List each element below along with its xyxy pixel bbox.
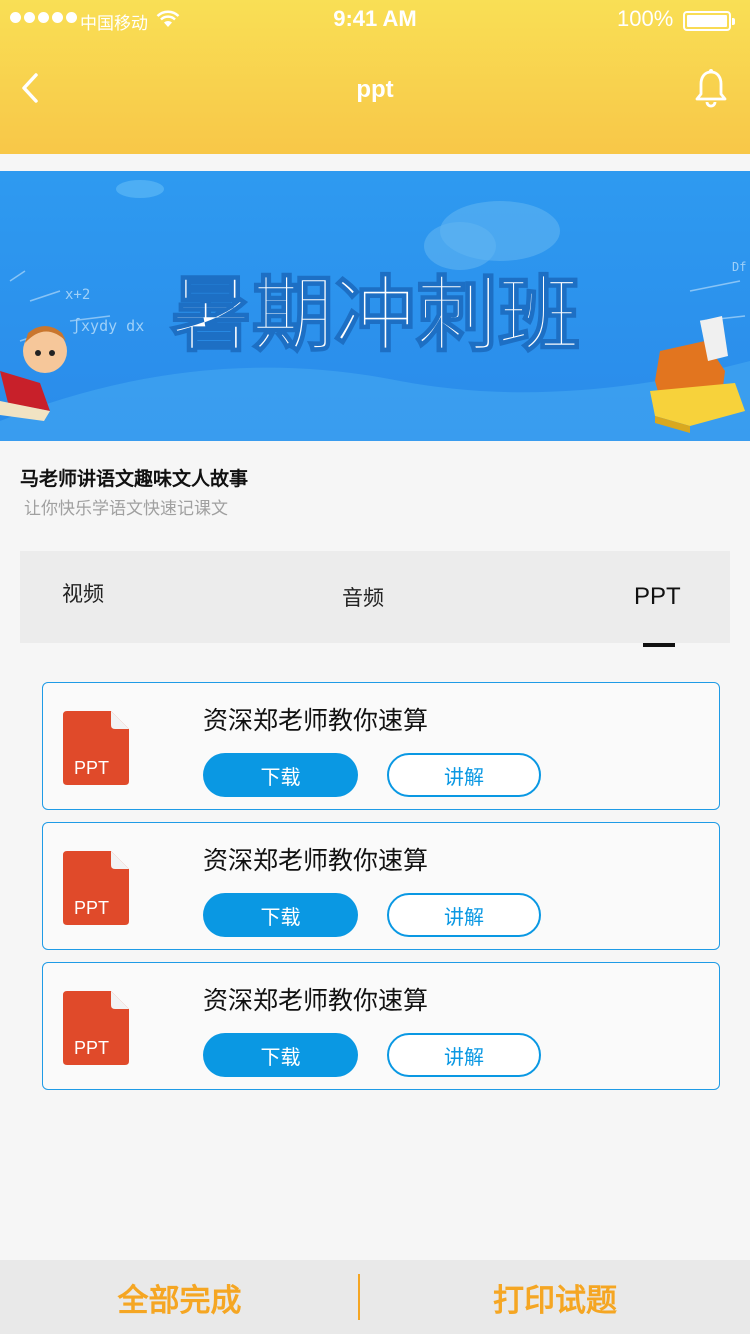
banner-headline: 暑期冲刺班 <box>170 268 580 363</box>
download-button[interactable]: 下载 <box>203 893 358 937</box>
media-tabs: 视频 音频 PPT <box>20 551 730 643</box>
tab-audio[interactable]: 音频 <box>342 551 384 643</box>
print-questions-button[interactable]: 打印试题 <box>360 1260 750 1334</box>
battery-icon <box>683 11 735 31</box>
course-title: 马老师讲语文趣味文人故事 <box>20 468 249 490</box>
download-button[interactable]: 下载 <box>203 753 358 797</box>
active-tab-indicator <box>643 643 675 647</box>
promo-banner[interactable]: x+2 ∫xydy dx Df 暑期冲刺班 <box>0 171 750 441</box>
item-title: 资深郑老师教你速算 <box>203 846 429 875</box>
ppt-list-item: PPT 资深郑老师教你速算 下载 讲解 <box>42 962 720 1090</box>
bell-icon <box>695 69 727 108</box>
item-title: 资深郑老师教你速算 <box>203 986 429 1015</box>
explain-button[interactable]: 讲解 <box>387 1033 541 1077</box>
tab-ppt[interactable]: PPT <box>634 551 681 643</box>
svg-text:x+2: x+2 <box>65 287 90 303</box>
ppt-icon-label: PPT <box>74 898 110 918</box>
top-header: 中国移动 9:41 AM 100% ppt <box>0 0 750 154</box>
svg-text:Df: Df <box>732 260 746 274</box>
tab-video[interactable]: 视频 <box>62 547 104 639</box>
status-bar: 中国移动 9:41 AM 100% <box>0 0 750 40</box>
ppt-icon-label: PPT <box>74 758 110 778</box>
ppt-list-item: PPT 资深郑老师教你速算 下载 讲解 <box>42 822 720 950</box>
item-title: 资深郑老师教你速算 <box>203 706 429 735</box>
banner-illustration: x+2 ∫xydy dx Df 暑期冲刺班 <box>0 180 750 441</box>
course-subtitle: 让你快乐学语文快速记课文 <box>24 499 228 519</box>
ppt-list-item: PPT 资深郑老师教你速算 下载 讲解 <box>42 682 720 810</box>
notification-button[interactable] <box>694 68 728 108</box>
page-title: ppt <box>356 76 394 103</box>
svg-text:∫xydy dx: ∫xydy dx <box>72 317 144 335</box>
complete-all-button[interactable]: 全部完成 <box>0 1260 359 1334</box>
explain-button[interactable]: 讲解 <box>387 893 541 937</box>
battery-percent: 100% <box>617 6 674 31</box>
download-button[interactable]: 下载 <box>203 1033 358 1077</box>
ppt-icon-label: PPT <box>74 1038 110 1058</box>
explain-button[interactable]: 讲解 <box>387 753 541 797</box>
bottom-action-bar: 全部完成 打印试题 <box>0 1260 750 1334</box>
